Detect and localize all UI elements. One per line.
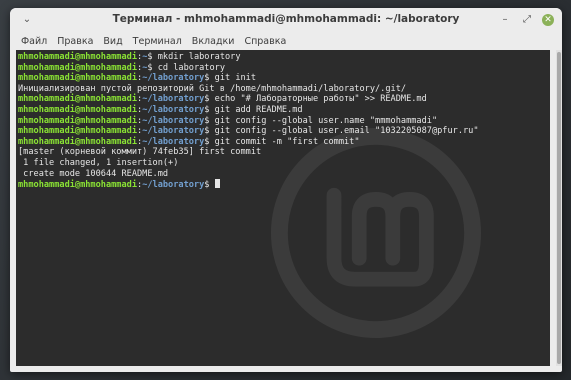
prompt-path: ~/laboratory [142, 94, 205, 105]
command-text: echo "# Лабораторные работы" >> README.m… [209, 94, 427, 105]
command-text: git init [209, 73, 257, 84]
command-text: git add README.md [209, 104, 303, 115]
prompt-user: mhmohammadi@mhmohammadi [18, 94, 137, 105]
maximize-button[interactable]: ⤢ [520, 13, 534, 27]
output-text: 1 file changed, 1 insertion(+) [18, 157, 179, 168]
minimize-button[interactable]: – [498, 13, 512, 27]
terminal-line: Инициализирован пустой репозиторий Git в… [18, 84, 548, 95]
prompt-user: mhmohammadi@mhmohammadi [18, 52, 137, 62]
command-text: cd laboratory [152, 62, 225, 73]
terminal-line: mhmohammadi@mhmohammadi:~/laboratory$ [18, 179, 548, 190]
terminal-scrollbar[interactable] [556, 50, 562, 366]
window-title: Терминал - mhmohammadi@mhmohammadi: ~/la… [112, 13, 460, 25]
prompt-user: mhmohammadi@mhmohammadi [18, 73, 137, 84]
terminal-window[interactable]: ⌄ Терминал - mhmohammadi@mhmohammadi: ~/… [10, 8, 562, 372]
terminal-area[interactable]: mhmohammadi@mhmohammadi:~$ mkdir laborat… [16, 50, 550, 366]
command-text: git commit -m "first commit" [209, 136, 360, 147]
terminal-line: 1 file changed, 1 insertion(+) [18, 158, 548, 169]
prompt-user: mhmohammadi@mhmohammadi [18, 180, 137, 191]
menu-bar: Файл Правка Вид Терминал Вкладки Справка [10, 32, 562, 50]
output-text: Инициализирован пустой репозиторий Git в… [18, 83, 407, 94]
prompt-user: mhmohammadi@mhmohammadi [18, 126, 137, 137]
menu-tabs[interactable]: Вкладки [191, 36, 236, 47]
command-text: git config --global user.name "mmmohamma… [209, 115, 438, 126]
prompt-path: ~/laboratory [142, 180, 205, 191]
prompt-user: mhmohammadi@mhmohammadi [18, 115, 137, 126]
text-cursor [214, 179, 220, 189]
terminal-line: mhmohammadi@mhmohammadi:~$ cd laboratory [18, 63, 548, 74]
prompt-path: ~/laboratory [142, 126, 205, 137]
title-bar[interactable]: ⌄ Терминал - mhmohammadi@mhmohammadi: ~/… [10, 8, 562, 32]
terminal-line: mhmohammadi@mhmohammadi:~$ mkdir laborat… [18, 52, 548, 63]
menu-terminal[interactable]: Терминал [132, 36, 183, 47]
terminal-line: mhmohammadi@mhmohammadi:~/laboratory$ ec… [18, 94, 548, 105]
prompt-user: mhmohammadi@mhmohammadi [18, 62, 137, 73]
menu-edit[interactable]: Правка [56, 36, 94, 47]
desktop-background: ⌄ Терминал - mhmohammadi@mhmohammadi: ~/… [0, 0, 571, 380]
terminal-output: mhmohammadi@mhmohammadi:~$ mkdir laborat… [18, 52, 548, 190]
terminal-line: create mode 100644 README.md [18, 169, 548, 180]
terminal-line: mhmohammadi@mhmohammadi:~/laboratory$ gi… [18, 105, 548, 116]
menu-file[interactable]: Файл [20, 36, 48, 47]
prompt-user: mhmohammadi@mhmohammadi [18, 104, 137, 115]
scrollbar-thumb[interactable] [557, 52, 561, 364]
prompt-path: ~/laboratory [142, 104, 205, 115]
close-button[interactable]: ✕ [542, 14, 554, 26]
prompt-path: ~/laboratory [142, 136, 205, 147]
chevron-down-icon[interactable]: ⌄ [20, 13, 34, 27]
terminal-line: mhmohammadi@mhmohammadi:~/laboratory$ gi… [18, 137, 548, 148]
command-text: mkdir laboratory [152, 52, 241, 62]
terminal-line: mhmohammadi@mhmohammadi:~/laboratory$ gi… [18, 126, 548, 137]
window-controls: – ⤢ ✕ [498, 13, 554, 27]
terminal-line: [master (корневой коммит) 74feb35] first… [18, 147, 548, 158]
output-text: create mode 100644 README.md [18, 168, 169, 179]
output-text: [master (корневой коммит) 74feb35] first… [18, 147, 262, 158]
terminal-line: mhmohammadi@mhmohammadi:~/laboratory$ gi… [18, 73, 548, 84]
prompt-user: mhmohammadi@mhmohammadi [18, 136, 137, 147]
command-text: git config --global user.email "10322050… [209, 126, 479, 137]
menu-view[interactable]: Вид [102, 36, 123, 47]
prompt-path: ~/laboratory [142, 73, 205, 84]
prompt-path: ~/laboratory [142, 115, 205, 126]
terminal-line: mhmohammadi@mhmohammadi:~/laboratory$ gi… [18, 116, 548, 127]
menu-help[interactable]: Справка [243, 36, 287, 47]
